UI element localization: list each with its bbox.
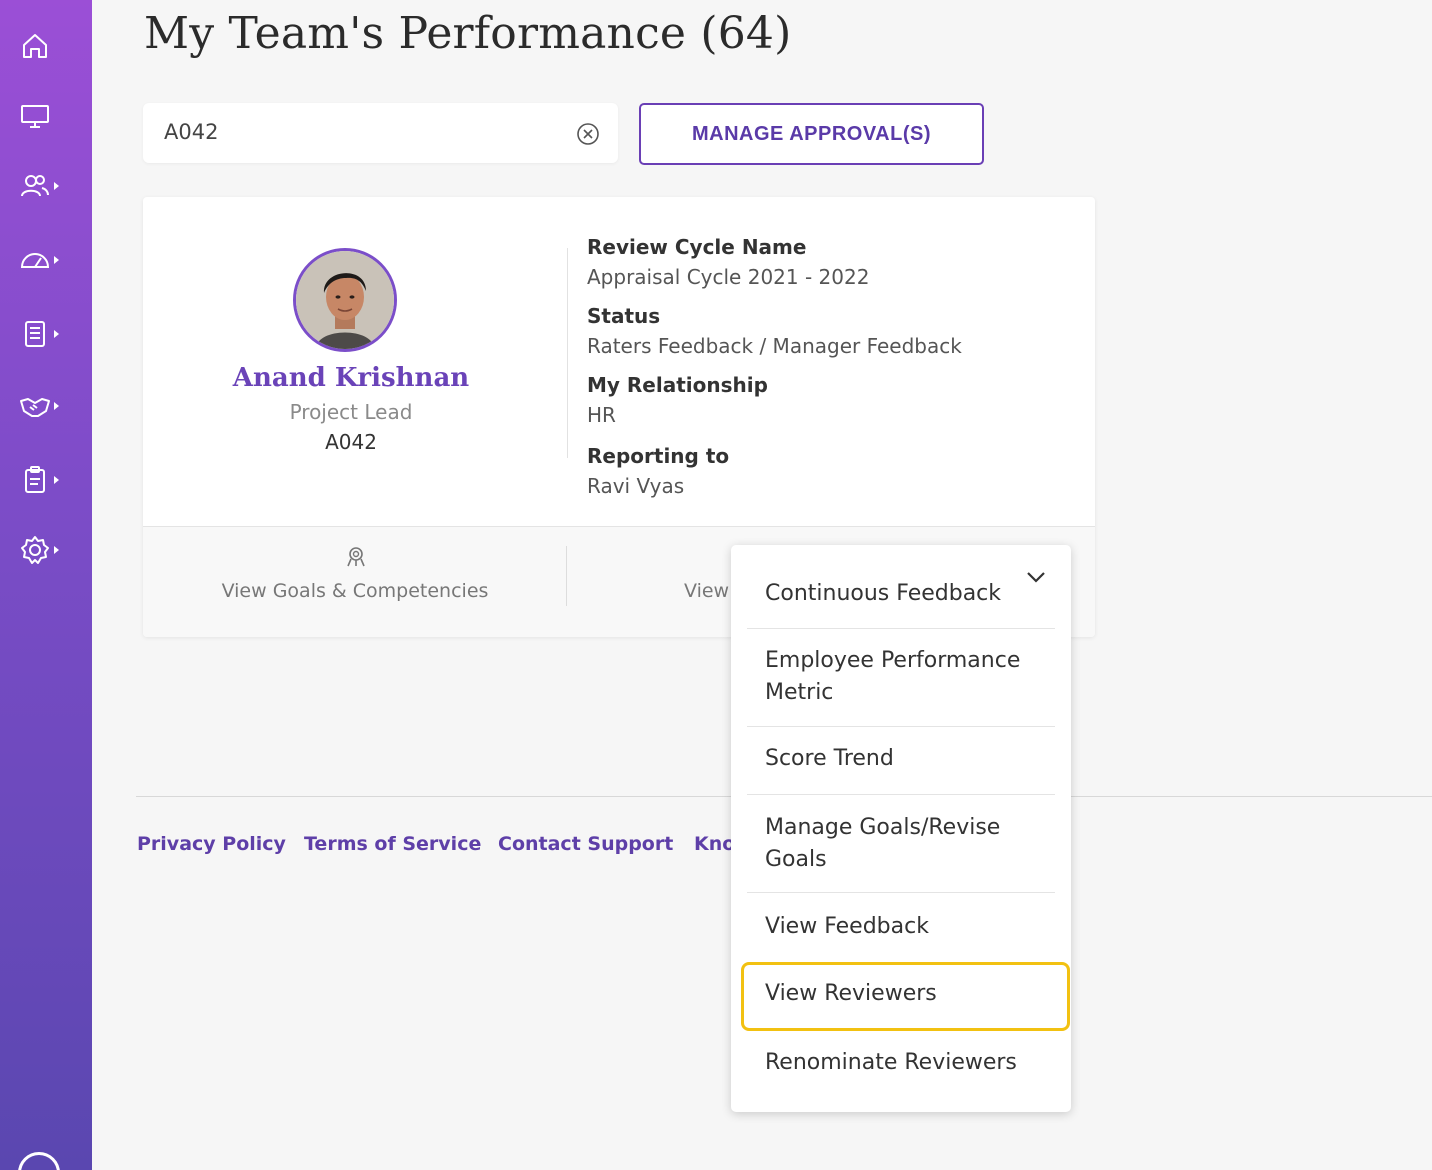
home-icon bbox=[23, 34, 47, 58]
document-icon bbox=[25, 321, 45, 347]
status-value: Raters Feedback / Manager Feedback bbox=[587, 334, 962, 358]
menu-item-renominate-reviewers[interactable]: Renominate Reviewers bbox=[765, 1047, 1055, 1079]
goals-icon bbox=[347, 547, 365, 567]
clear-icon[interactable] bbox=[575, 121, 601, 147]
caret-right-icon bbox=[54, 476, 59, 484]
divider bbox=[747, 892, 1055, 893]
settings-icon bbox=[21, 536, 49, 564]
terms-of-service-link[interactable]: Terms of Service bbox=[304, 833, 481, 855]
menu-item-score-trend[interactable]: Score Trend bbox=[765, 743, 1055, 775]
nav-reports[interactable] bbox=[18, 314, 68, 354]
review-cycle-value: Appraisal Cycle 2021 - 2022 bbox=[587, 265, 870, 289]
team-icon bbox=[21, 175, 49, 197]
sidebar bbox=[0, 0, 92, 1170]
search-input[interactable]: A042 bbox=[143, 103, 618, 163]
menu-item-continuous-feedback[interactable]: Continuous Feedback bbox=[765, 578, 1055, 610]
menu-item-view-reviewers[interactable]: View Reviewers bbox=[765, 978, 1055, 1010]
search-value: A042 bbox=[164, 120, 219, 144]
nav-dashboard-screen[interactable] bbox=[18, 96, 68, 136]
reporting-label: Reporting to bbox=[587, 444, 730, 468]
nav-performance[interactable] bbox=[18, 240, 68, 280]
view-goals-link[interactable]: View Goals & Competencies bbox=[143, 580, 567, 602]
caret-right-icon bbox=[54, 182, 59, 190]
clipboard-icon bbox=[25, 466, 45, 493]
profile-icon[interactable] bbox=[18, 1152, 60, 1170]
employee-name[interactable]: Anand Krishnan bbox=[143, 363, 559, 393]
nav-tasks[interactable] bbox=[18, 460, 68, 500]
review-cycle-label: Review Cycle Name bbox=[587, 235, 807, 259]
page-title: My Team's Performance (64) bbox=[144, 8, 792, 59]
avatar-photo bbox=[296, 251, 394, 349]
knowledge-base-link[interactable]: Kno bbox=[694, 833, 735, 855]
nav-team[interactable] bbox=[18, 166, 68, 206]
divider bbox=[567, 248, 568, 458]
employee-role: Project Lead bbox=[289, 400, 413, 424]
dashboard-icon bbox=[20, 253, 50, 268]
avatar bbox=[293, 248, 397, 352]
monitor-icon bbox=[21, 105, 49, 128]
divider bbox=[747, 794, 1055, 795]
divider bbox=[747, 628, 1055, 629]
nav-home[interactable] bbox=[18, 26, 68, 66]
caret-right-icon bbox=[54, 256, 59, 264]
status-label: Status bbox=[587, 304, 661, 328]
contact-support-link[interactable]: Contact Support bbox=[498, 833, 673, 855]
menu-item-performance-metric[interactable]: Employee Performance Metric bbox=[765, 645, 1045, 709]
caret-right-icon bbox=[54, 402, 59, 410]
divider bbox=[747, 726, 1055, 727]
privacy-policy-link[interactable]: Privacy Policy bbox=[137, 833, 286, 855]
relationship-value: HR bbox=[587, 403, 616, 427]
menu-item-manage-goals[interactable]: Manage Goals/Revise Goals bbox=[765, 812, 1030, 876]
divider bbox=[143, 526, 1095, 527]
view-actions-link[interactable]: View bbox=[684, 580, 729, 602]
nav-settings[interactable] bbox=[18, 530, 68, 570]
reporting-value: Ravi Vyas bbox=[587, 474, 685, 498]
nav-engagement[interactable] bbox=[18, 386, 68, 426]
employee-id: A042 bbox=[325, 430, 377, 454]
relationship-label: My Relationship bbox=[587, 373, 768, 397]
caret-right-icon bbox=[54, 546, 59, 554]
handshake-icon bbox=[20, 398, 50, 417]
divider bbox=[566, 546, 567, 606]
menu-item-view-feedback[interactable]: View Feedback bbox=[765, 911, 1055, 943]
manage-approvals-button[interactable]: MANAGE APPROVAL(S) bbox=[639, 103, 984, 165]
caret-right-icon bbox=[54, 330, 59, 338]
